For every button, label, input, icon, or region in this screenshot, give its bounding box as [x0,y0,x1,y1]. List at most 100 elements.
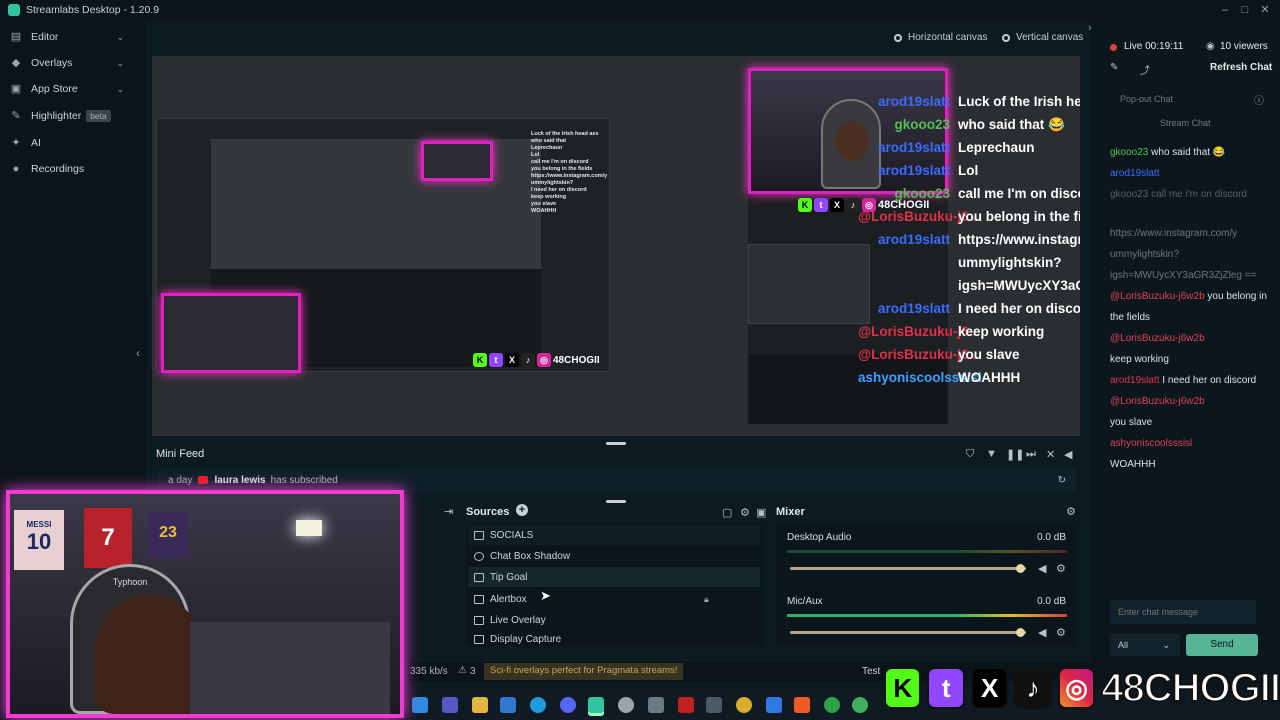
source-folder-icon[interactable]: ▢ [722,506,732,519]
chat-message: you slave [958,347,1020,362]
chevron-right-icon[interactable]: › [1088,22,1092,34]
volume-slider-handle[interactable] [1016,564,1025,573]
vertical-canvas-toggle[interactable]: Vertical canvas [1002,32,1083,43]
spotify-icon[interactable] [824,697,840,713]
media-app-icon[interactable] [678,697,694,713]
stream-chat-label: Stream Chat [1160,118,1211,128]
send-button[interactable]: Send [1186,634,1258,656]
info-icon[interactable]: ⓘ [1254,92,1264,107]
source-row[interactable]: Live Overlay [468,610,760,630]
mixer-settings-icon[interactable]: ⚙ [1066,505,1076,518]
source-row[interactable]: Alertbox 🔒︎ [468,589,760,609]
sidebar-item-overlays[interactable]: ◆ Overlays ⌄ [0,50,146,76]
app-icon[interactable] [766,697,782,713]
close-button[interactable]: ✕ [1258,3,1272,17]
shield-icon[interactable]: ⛉ [966,448,974,461]
pause-icon[interactable]: ❚❚ [1006,448,1024,461]
teams-icon[interactable] [442,697,458,713]
chat-input[interactable] [1110,600,1256,624]
settings-app-icon[interactable] [618,697,634,713]
webcam-overlay: MESSI 10 7 23 Typhoon [6,490,404,718]
chat-username: gkooo23 [894,117,950,132]
channel-db: 0.0 dB [1037,532,1066,543]
refresh-chat-button[interactable]: Refresh Chat [1210,62,1272,73]
nested-editor-capture: Luck of the Irish head ass who said that L… [156,118,610,373]
volume-slider[interactable] [790,631,1026,634]
popout-chat-button[interactable]: Pop-out Chat [1120,94,1173,104]
xbox-icon[interactable] [852,697,868,713]
mini-feed-event: a day laura lewis has subscribed ↻ [158,468,1076,492]
skip-icon[interactable]: ⏭ [1026,448,1036,461]
chat-username: ashyoniscoolsssisl [858,370,982,385]
add-source-button[interactable]: + [516,504,528,516]
screen-tool-icon[interactable] [648,697,664,713]
edit-icon[interactable]: ✎ [1110,62,1118,73]
source-settings-icon[interactable]: ⚙ [740,506,750,519]
mini-feed-title: Mini Feed [156,448,205,460]
source-row[interactable]: SOCIALS [468,525,760,545]
mini-feed-header: Mini Feed ⛉ ▼ ❚❚ ⏭ ✕ ◀ [152,444,1080,464]
file-explorer-icon[interactable] [472,697,488,713]
brave-icon[interactable] [794,697,810,713]
sidebar-item-highlighter[interactable]: ✎ Highlighter beta [0,103,146,129]
volume-icon[interactable]: ◀ [1064,448,1072,461]
sidebar-item-recordings[interactable]: ● Recordings [0,156,146,182]
source-row[interactable]: Display Capture [468,631,760,647]
sidebar-item-app-store[interactable]: ▣ App Store ⌄ [0,76,146,102]
volume-slider[interactable] [790,567,1026,570]
mute-alerts-icon[interactable]: ✕ [1046,448,1055,461]
horizontal-canvas-label: Horizontal canvas [908,32,988,43]
refresh-icon[interactable]: ↻ [1058,475,1066,486]
chat-message-row: ashyoniscoolsssisl WOAHHH [1110,433,1270,475]
speaker-icon[interactable]: ◀ [1038,626,1046,639]
chat-filter-select[interactable]: All ⌄ [1110,634,1180,656]
minimize-button[interactable]: – [1218,3,1232,17]
store-icon[interactable] [500,697,516,713]
sidebar-item-label: Editor [31,31,59,43]
chat-text: I need her on discord [1162,375,1257,386]
warning-icon[interactable]: ⚠ [458,665,467,676]
channel-settings-icon[interactable]: ⚙ [1056,562,1066,575]
kick-icon: K [884,667,922,709]
stream-preview[interactable]: Luck of the Irish head ass who said that L… [152,56,1080,436]
sidebar-item-editor[interactable]: ▤ Editor ⌄ [0,24,146,50]
promo-banner[interactable]: Sci-fi overlays perfect for Pragmata str… [484,663,684,680]
folder-icon[interactable]: ▣ [756,506,766,519]
test-widget-button[interactable]: Test [862,666,880,677]
jersey-red: 7 [84,508,132,568]
chrome-icon[interactable] [736,697,752,713]
speaker-icon[interactable]: ◀ [1038,562,1046,575]
chat-icon [474,551,484,561]
chevron-left-icon[interactable]: ‹ [136,346,140,360]
event-user: laura lewis [214,474,266,486]
streamlabs-taskbar-icon[interactable] [588,697,604,713]
folder-icon [474,615,484,625]
terminal-icon[interactable] [706,697,722,713]
channel-settings-icon[interactable]: ⚙ [1056,626,1066,639]
edge-icon[interactable] [530,697,546,713]
volume-slider-handle[interactable] [1016,628,1025,637]
maximize-button[interactable]: □ [1238,3,1252,17]
eye-icon [894,33,902,42]
windows-app-icon[interactable] [412,697,428,713]
chat-username: arod19slatt [877,301,950,316]
highlighter-icon: ✎ [11,110,21,122]
collapse-icon[interactable]: ⇥ [444,505,453,518]
sidebar-item-label: Overlays [31,57,73,69]
share-icon[interactable]: ⤴ [1140,62,1150,77]
chat-text: keep working [1110,354,1169,365]
horizontal-canvas-toggle[interactable]: Horizontal canvas [894,32,987,43]
lock-icon[interactable]: 🔒︎ [704,594,709,605]
source-row[interactable]: Chat Box Shadow [468,546,760,566]
channel-name: Mic/Aux [787,596,823,607]
resize-handle[interactable] [606,500,626,503]
chat-username: @LorisBuzuku-j6w2b [1110,396,1205,407]
jersey-name: MESSI [26,520,52,529]
youtube-icon [198,476,209,484]
source-row[interactable]: Tip Goal [468,567,760,587]
sidebar-item-ai[interactable]: ✦ AI [0,130,146,156]
chevron-down-icon: ⌄ [116,31,124,42]
discord-icon[interactable] [560,697,576,713]
filter-icon[interactable]: ▼ [986,448,997,460]
beta-badge: beta [86,110,111,122]
